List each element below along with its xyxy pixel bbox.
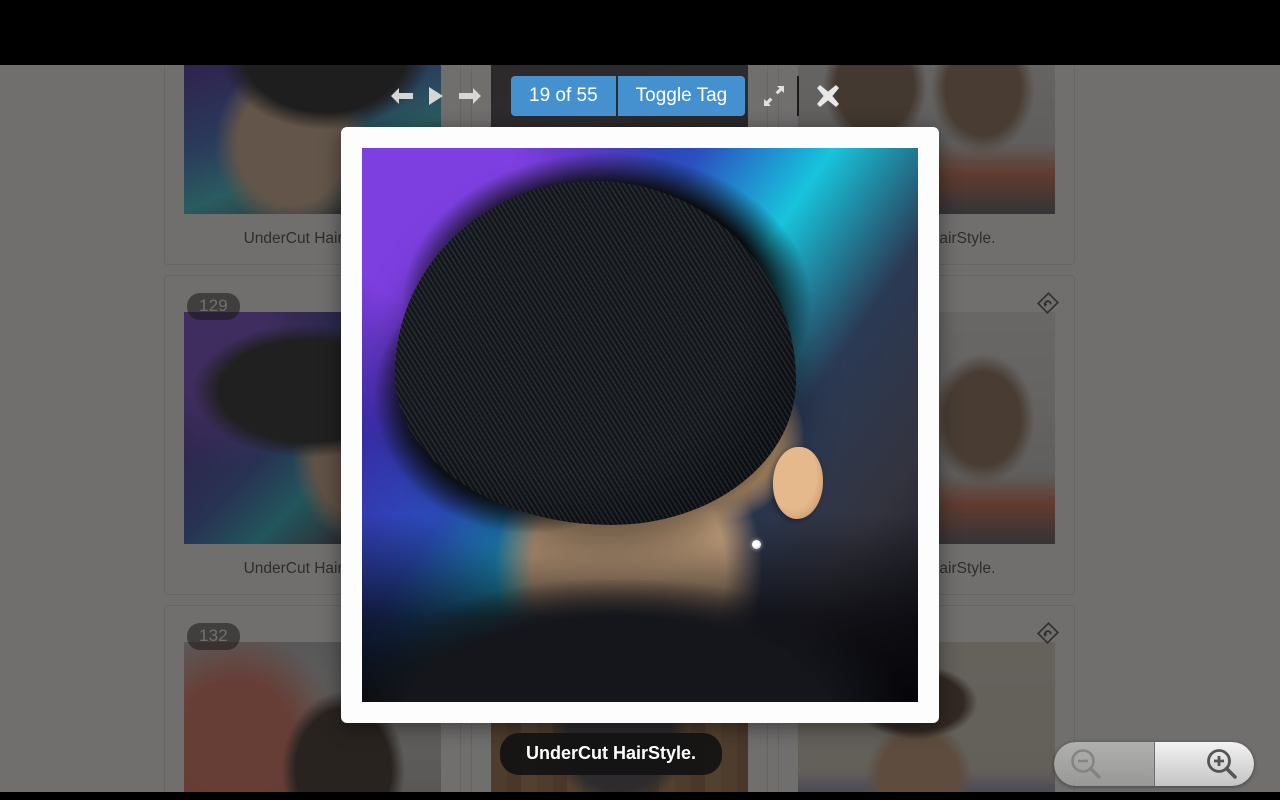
photo-shirt-region	[362, 580, 918, 702]
prev-button[interactable]: Previous image	[385, 76, 419, 116]
next-button[interactable]: Next image	[453, 76, 487, 116]
bottom-black-bar	[0, 792, 1280, 800]
lightbox-modal: UnderCut HairStyle.	[341, 127, 939, 723]
expand-button[interactable]: Expand	[751, 76, 797, 116]
lightbox-toolbar: Previous image Play slideshow Next image…	[385, 76, 851, 116]
app-root: UnderCut HairStyle.UnderCut HairStyle.Un…	[0, 0, 1280, 800]
top-black-bar	[0, 0, 1280, 65]
toggle-tag-button[interactable]: Toggle Tag	[617, 76, 746, 116]
zoom-out-button[interactable]: Zoom out	[1054, 742, 1154, 786]
close-button[interactable]: Close	[805, 76, 851, 116]
play-button[interactable]: Play slideshow	[419, 76, 453, 116]
image-counter-button[interactable]: 19 of 55	[511, 76, 616, 116]
zoom-in-button[interactable]: Zoom in	[1154, 742, 1254, 786]
toolbar-divider	[797, 76, 800, 116]
lightbox-caption: UnderCut HairStyle.	[500, 733, 723, 775]
zoom-control: Zoom out Zoom in	[1054, 742, 1254, 786]
lightbox-image[interactable]: UnderCut HairStyle.	[362, 148, 918, 702]
